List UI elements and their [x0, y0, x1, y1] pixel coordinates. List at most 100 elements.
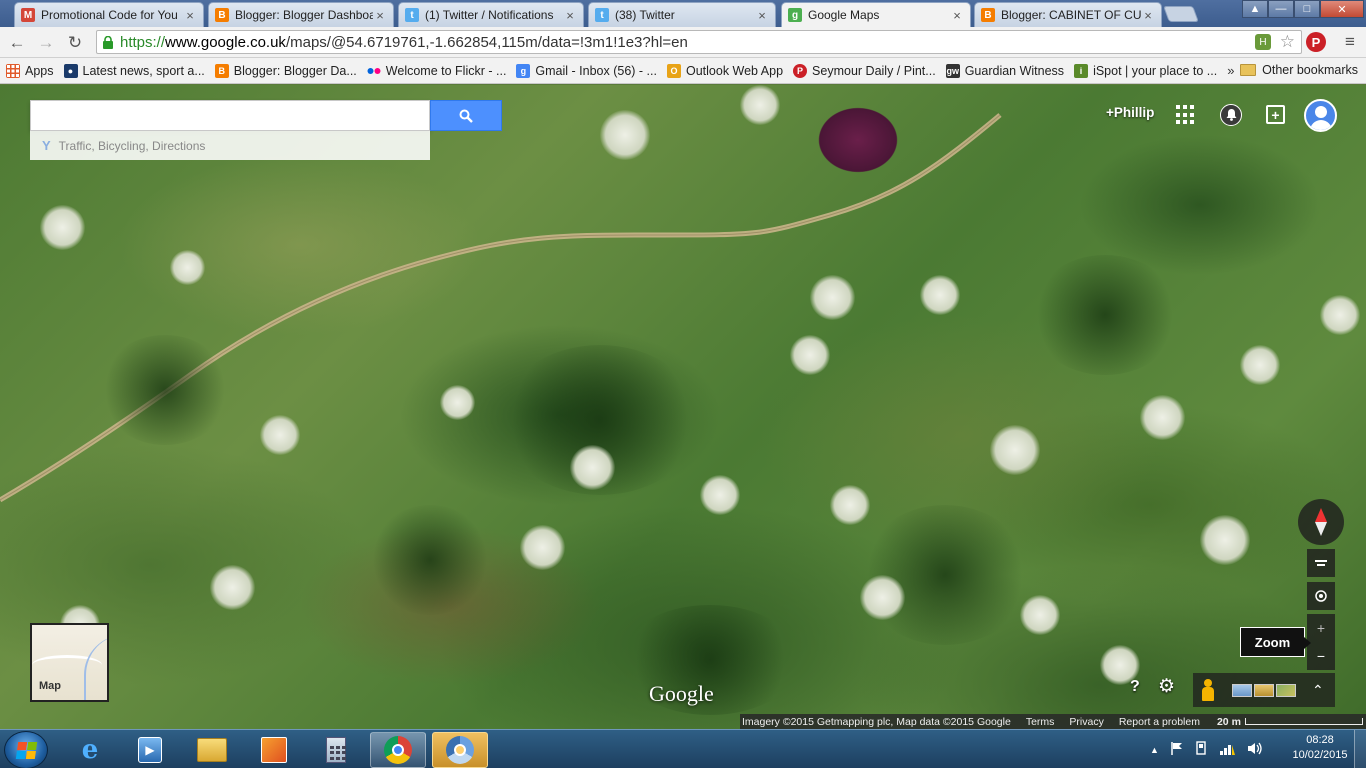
close-window-button[interactable]: ✕: [1320, 0, 1364, 18]
privacy-link[interactable]: Privacy: [1069, 716, 1103, 728]
close-tab-icon[interactable]: ×: [373, 8, 387, 23]
blossom-tree: [1320, 295, 1360, 335]
blossom-tree: [440, 385, 475, 420]
device-icon[interactable]: [1195, 741, 1207, 758]
pegman-streetview-icon[interactable]: [1201, 679, 1215, 701]
layer-thumbnail-sand[interactable]: [1254, 683, 1274, 697]
layer-thumbnail-sky[interactable]: [1232, 683, 1252, 697]
bookmark-news[interactable]: ● Latest news, sport a...: [63, 63, 205, 78]
bookmark-label: Welcome to Flickr - ...: [385, 63, 507, 78]
bookmark-guardian-witness[interactable]: gw Guardian Witness: [945, 63, 1064, 78]
network-signal-icon[interactable]: [1219, 742, 1235, 758]
maximize-button[interactable]: □: [1294, 0, 1320, 18]
share-plus-icon[interactable]: +: [1266, 105, 1285, 124]
bookmark-flickr[interactable]: Welcome to Flickr - ...: [367, 63, 507, 78]
tab-blogger-cabinet[interactable]: B Blogger: CABINET OF CUR ×: [974, 2, 1162, 27]
search-button[interactable]: [430, 100, 502, 131]
taskbar-explorer[interactable]: [184, 732, 240, 768]
taskbar-paint[interactable]: [246, 732, 302, 768]
pinterest-extension-icon[interactable]: P: [1306, 32, 1326, 52]
apps-grid-icon[interactable]: [1176, 105, 1196, 125]
imagery-tools: ⌃: [1193, 673, 1335, 707]
tilt-view-icon[interactable]: [1307, 549, 1335, 577]
clock-time: 08:28: [1306, 734, 1334, 746]
taskbar-chrome[interactable]: [370, 732, 426, 768]
taskbar-calculator[interactable]: [308, 732, 364, 768]
close-tab-icon[interactable]: ×: [563, 8, 577, 23]
tab-blogger-dashboard[interactable]: B Blogger: Blogger Dashboa ×: [208, 2, 394, 27]
minimize-button[interactable]: —: [1268, 0, 1294, 18]
help-icon[interactable]: ?: [1130, 678, 1140, 696]
extension-icon[interactable]: H: [1255, 34, 1271, 50]
more-bookmarks-chevron[interactable]: »: [1227, 63, 1234, 78]
blossom-tree: [920, 275, 960, 315]
close-tab-icon[interactable]: ×: [950, 8, 964, 23]
address-bar[interactable]: https://www.google.co.uk/maps/@54.671976…: [96, 30, 1302, 54]
gmail-icon: M: [21, 8, 35, 22]
bookmark-pinterest[interactable]: P Seymour Daily / Pint...: [793, 63, 936, 78]
new-tab-button[interactable]: [1163, 6, 1199, 22]
back-button[interactable]: ←: [6, 32, 28, 54]
taskbar-app-active[interactable]: [432, 732, 488, 768]
outlook-icon: O: [666, 63, 681, 78]
tab-label: Google Maps: [808, 8, 880, 22]
expand-chevron-icon[interactable]: ⌃: [1312, 683, 1324, 697]
blossom-tree: [570, 445, 615, 490]
directions-suggestion[interactable]: Y Traffic, Bicycling, Directions: [30, 131, 430, 160]
pinterest-icon: P: [793, 63, 808, 78]
google-logo: Google: [649, 681, 714, 706]
show-desktop-button[interactable]: [1354, 730, 1366, 768]
terms-link[interactable]: Terms: [1026, 716, 1055, 728]
bookmark-outlook[interactable]: O Outlook Web App: [666, 63, 783, 78]
zoom-out-button[interactable]: −: [1307, 642, 1335, 670]
google-plus-user-link[interactable]: +Phillip: [1106, 105, 1154, 120]
reload-button[interactable]: ↻: [64, 32, 86, 54]
close-tab-icon[interactable]: ×: [755, 8, 769, 23]
bookmark-label: Gmail - Inbox (56) - ...: [535, 63, 657, 78]
other-bookmarks[interactable]: Other bookmarks: [1240, 63, 1358, 77]
tree-canopy: [1030, 255, 1180, 375]
notifications-bell-icon[interactable]: [1220, 104, 1242, 126]
close-tab-icon[interactable]: ×: [183, 8, 197, 23]
close-tab-icon[interactable]: ×: [1141, 8, 1155, 23]
my-location-icon[interactable]: [1307, 582, 1335, 610]
taskbar-internet-explorer[interactable]: e: [62, 732, 118, 768]
bookmark-ispot[interactable]: i iSpot | your place to ...: [1074, 63, 1217, 78]
blossom-tree: [1020, 595, 1060, 635]
tab-google-maps[interactable]: g Google Maps ×: [781, 2, 971, 27]
compass-rotate-control[interactable]: [1298, 499, 1344, 545]
map-canvas[interactable]: Y Traffic, Bicycling, Directions +Philli…: [0, 85, 1366, 729]
bookmark-blogger[interactable]: B Blogger: Blogger Da...: [214, 63, 357, 78]
report-problem-link[interactable]: Report a problem: [1119, 716, 1200, 728]
lock-icon: [101, 35, 115, 49]
action-center-flag-icon[interactable]: [1171, 741, 1183, 758]
blossom-tree: [520, 525, 565, 570]
tab-twitter[interactable]: t (38) Twitter ×: [588, 2, 776, 27]
zoom-tooltip: Zoom: [1240, 627, 1311, 657]
blossom-tree: [210, 565, 255, 610]
bookmark-star-icon[interactable]: ☆: [1280, 32, 1295, 52]
tray-expand-icon[interactable]: ▲: [1150, 745, 1159, 755]
scale-bar[interactable]: 20 m: [1217, 716, 1366, 728]
blossom-tree: [830, 485, 870, 525]
tab-gmail[interactable]: M Promotional Code for You ×: [14, 2, 204, 27]
bookmark-gmail[interactable]: g Gmail - Inbox (56) - ...: [516, 63, 657, 78]
start-button[interactable]: [4, 731, 48, 768]
chrome-menu-icon[interactable]: ≡: [1340, 32, 1360, 52]
taskbar-media-player[interactable]: ▶: [122, 732, 178, 768]
map-view-switcher[interactable]: Map: [30, 623, 109, 702]
layer-thumbnail-field[interactable]: [1276, 683, 1296, 697]
profile-button[interactable]: ▲: [1242, 0, 1268, 18]
bookmark-apps[interactable]: Apps: [6, 63, 54, 78]
google-icon: g: [516, 63, 531, 78]
forward-button[interactable]: →: [35, 32, 57, 54]
settings-gear-icon[interactable]: ⚙: [1158, 675, 1175, 698]
zoom-in-button[interactable]: +: [1307, 614, 1335, 642]
volume-icon[interactable]: [1247, 742, 1263, 758]
avatar[interactable]: [1304, 99, 1337, 132]
system-clock[interactable]: 08:28 10/02/2015: [1292, 733, 1348, 763]
tab-twitter-notifications[interactable]: t (1) Twitter / Notifications ×: [398, 2, 584, 27]
blogger-icon: B: [981, 8, 995, 22]
bookmark-label: Apps: [25, 63, 54, 78]
search-input[interactable]: [31, 101, 429, 130]
